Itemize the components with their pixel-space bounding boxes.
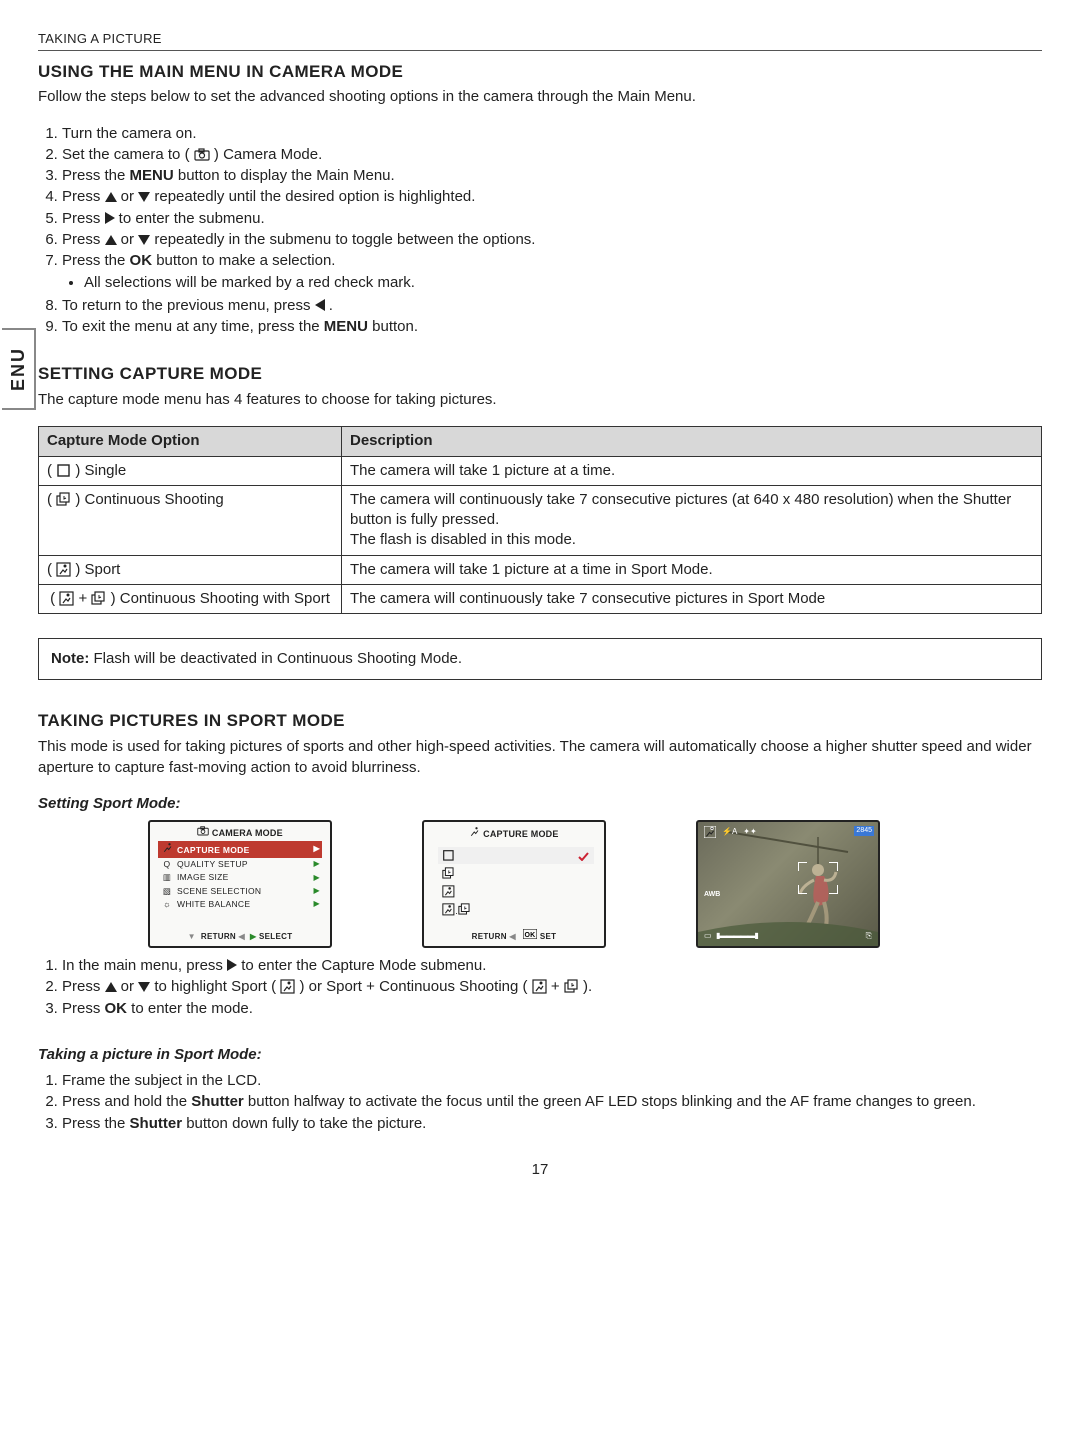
step: Press or repeatedly in the submenu to to… (62, 230, 1042, 250)
sport-icon (56, 562, 71, 577)
th-option: Capture Mode Option (39, 427, 342, 456)
step: Press the Shutter button down fully to t… (62, 1114, 1042, 1134)
camera-icon (197, 826, 209, 836)
sub-taking-sport: Taking a picture in Sport Mode: (38, 1045, 1042, 1065)
capture-mode-table: Capture Mode Option Description ( ) Sing… (38, 426, 1042, 614)
continuous-icon (458, 903, 471, 916)
run-icon (469, 826, 480, 837)
counter: 2845 (854, 826, 874, 835)
down-arrow-icon (138, 235, 150, 245)
capture-option (438, 847, 594, 864)
menu-item: ▥IMAGE SIZE▶ (158, 871, 322, 884)
steps-main-menu: Turn the camera on. Set the camera to ( … (38, 124, 1042, 338)
table-row: ( + ) Continuous Shooting with Sport The… (39, 584, 1042, 613)
capture-option (438, 883, 594, 900)
section1-title: USING THE MAIN MENU IN CAMERA MODE (38, 61, 1042, 84)
battery-icon: ▭ (704, 931, 712, 940)
up-arrow-icon (105, 982, 117, 992)
th-desc: Description (342, 427, 1042, 456)
step: Press the OK button to make a selection.… (62, 251, 1042, 294)
right-arrow-icon (227, 959, 237, 971)
down-arrow-icon (138, 982, 150, 992)
step: Press to enter the submenu. (62, 209, 1042, 229)
ok-icon (523, 929, 537, 939)
section1-intro: Follow the steps below to set the advanc… (38, 87, 1042, 107)
run-icon (162, 842, 173, 853)
awb-label: AWB (704, 890, 720, 899)
sport-icon (59, 591, 74, 606)
note-text: Flash will be deactivated in Continuous … (89, 650, 462, 667)
section2-intro: The capture mode menu has 4 features to … (38, 390, 1042, 410)
table-row: ( ) Sport The camera will take 1 picture… (39, 555, 1042, 584)
lcd-figures: CAMERA MODE CAPTURE MODE▶ QQUALITY SETUP… (148, 820, 1042, 948)
steps-sport-take: Frame the subject in the LCD. Press and … (38, 1071, 1042, 1134)
step: To exit the menu at any time, press the … (62, 317, 1042, 337)
step: To return to the previous menu, press . (62, 296, 1042, 316)
single-icon (442, 849, 455, 862)
breadcrumb-text: TAKING A PICTURE (38, 31, 162, 46)
lcd-preview: ⚡A ✦✦ 2845 AWB ▭ ▮▬▬▬▬▬▮ ⎘ (696, 820, 880, 948)
menu-item: ☼WHITE BALANCE▶ (158, 898, 322, 911)
continuous-icon (56, 492, 71, 507)
side-tab: ENU (2, 328, 36, 410)
menu-item: CAPTURE MODE▶ (158, 841, 322, 857)
sport-icon (442, 903, 455, 916)
right-arrow-icon (105, 212, 115, 224)
step: Press the MENU button to display the Mai… (62, 166, 1042, 186)
step: Press or to highlight Sport ( ) or Sport… (62, 977, 1042, 997)
lcd-camera-mode: CAMERA MODE CAPTURE MODE▶ QQUALITY SETUP… (148, 820, 332, 948)
steps-sport-set: In the main menu, press to enter the Cap… (38, 956, 1042, 1019)
table-row: ( ) Continuous Shooting The camera will … (39, 485, 1042, 555)
section3-title: TAKING PICTURES IN SPORT MODE (38, 710, 1042, 733)
menu-item: ▧SCENE SELECTION▶ (158, 885, 322, 898)
side-tab-label: ENU (6, 347, 30, 391)
up-arrow-icon (105, 192, 117, 202)
capture-option: · (438, 901, 594, 921)
step: Set the camera to ( ) Camera Mode. (62, 145, 1042, 165)
down-arrow-icon (138, 192, 150, 202)
step: Frame the subject in the LCD. (62, 1071, 1042, 1091)
continuous-icon (564, 979, 579, 994)
quality-icon: ✦✦ (743, 827, 756, 838)
step: Press and hold the Shutter button halfwa… (62, 1092, 1042, 1112)
sport-icon (280, 979, 295, 994)
note-label: Note: (51, 650, 89, 667)
card-icon: ⎘ (866, 931, 872, 942)
step: Press or repeatedly until the desired op… (62, 187, 1042, 207)
sport-icon (532, 979, 547, 994)
single-icon (56, 463, 71, 478)
menu-item: QQUALITY SETUP▶ (158, 858, 322, 871)
lcd-capture-mode: CAPTURE MODE · RETURN ◀ SET (422, 820, 606, 948)
step: Turn the camera on. (62, 124, 1042, 144)
up-arrow-icon (105, 235, 117, 245)
continuous-icon (91, 591, 106, 606)
camera-icon (194, 148, 210, 162)
zoom-bar-icon: ▮▬▬▬▬▬▮ (716, 931, 758, 940)
page-number: 17 (38, 1160, 1042, 1180)
left-arrow-icon (315, 299, 325, 311)
note-block: Note: Flash will be deactivated in Conti… (38, 638, 1042, 680)
bullet: All selections will be marked by a red c… (84, 273, 1042, 293)
check-icon (577, 850, 590, 861)
sub-setting-sport: Setting Sport Mode: (38, 794, 1042, 814)
sport-icon (442, 885, 455, 898)
table-row: ( ) Single The camera will take 1 pictur… (39, 456, 1042, 485)
flash-auto-icon: ⚡A (722, 827, 737, 838)
step: In the main menu, press to enter the Cap… (62, 956, 1042, 976)
step: Press OK to enter the mode. (62, 999, 1042, 1019)
section3-intro: This mode is used for taking pictures of… (38, 737, 1042, 778)
section2-title: SETTING CAPTURE MODE (38, 363, 1042, 386)
breadcrumb: TAKING A PICTURE (38, 30, 1042, 51)
capture-option (438, 865, 594, 882)
continuous-icon (442, 867, 455, 880)
sport-icon (704, 826, 716, 838)
